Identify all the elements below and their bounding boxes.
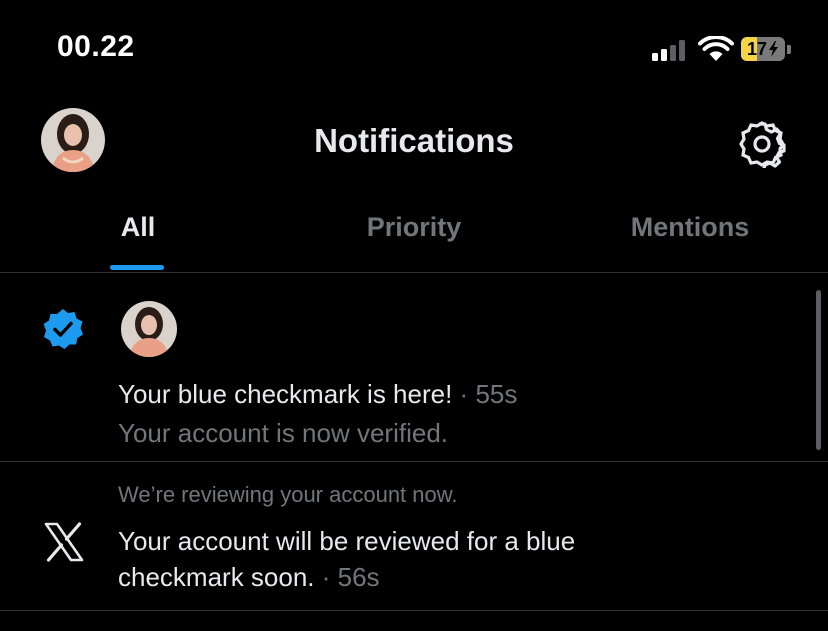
battery-icon: 17 xyxy=(741,37,793,63)
battery-nub xyxy=(787,45,791,54)
notification-tabs: All Priority Mentions xyxy=(0,190,828,272)
notification-item[interactable]: We’re reviewing your account now. Your a… xyxy=(0,462,828,610)
signal-bar xyxy=(652,53,658,61)
x-logo-icon xyxy=(44,522,84,562)
gear-icon[interactable] xyxy=(738,120,786,168)
page-title: Notifications xyxy=(314,122,514,159)
active-tab-indicator xyxy=(110,265,164,270)
separator-dot: · xyxy=(314,562,338,592)
header: Notifications xyxy=(0,100,828,190)
notification-title-line1: Your account will be reviewed for a blue xyxy=(118,526,576,556)
notification-time: 55s xyxy=(475,379,518,409)
signal-bar xyxy=(661,49,667,61)
separator-dot: · xyxy=(452,379,476,409)
status-bar: 00.22 17 xyxy=(0,0,828,100)
charging-bolt-icon xyxy=(769,41,779,57)
verified-badge-icon xyxy=(43,309,83,349)
tab-priority[interactable]: Priority xyxy=(276,190,552,272)
notification-caption: We’re reviewing your account now. xyxy=(118,482,458,507)
notification-title: Your blue checkmark is here! xyxy=(118,379,453,409)
notification-title-line2: checkmark soon. xyxy=(118,562,315,592)
notification-divider xyxy=(0,610,828,611)
avatar-image xyxy=(121,301,177,357)
notification-title-row: Your blue checkmark is here! · 55s xyxy=(118,377,517,411)
tab-all-label: All xyxy=(120,212,156,242)
notification-item[interactable]: Your blue checkmark is here! · 55s Your … xyxy=(0,273,828,461)
signal-bar xyxy=(679,40,685,61)
notification-time: 56s xyxy=(337,562,380,592)
battery-level: 17 xyxy=(741,37,785,61)
notification-subtitle: Your account is now verified. xyxy=(118,418,449,448)
clock-time: 00.22 xyxy=(57,30,135,63)
tab-all[interactable]: All xyxy=(0,190,276,272)
cellular-signal-icon xyxy=(652,39,690,61)
scrollbar[interactable] xyxy=(816,290,821,450)
notification-avatar[interactable] xyxy=(121,301,177,357)
battery-body: 17 xyxy=(741,37,785,61)
notification-title-row: checkmark soon. · 56s xyxy=(118,560,380,594)
tab-priority-label: Priority xyxy=(366,212,462,242)
tab-mentions-label: Mentions xyxy=(630,212,750,242)
signal-bar xyxy=(670,45,676,61)
tab-mentions[interactable]: Mentions xyxy=(552,190,828,272)
wifi-icon xyxy=(698,36,734,61)
